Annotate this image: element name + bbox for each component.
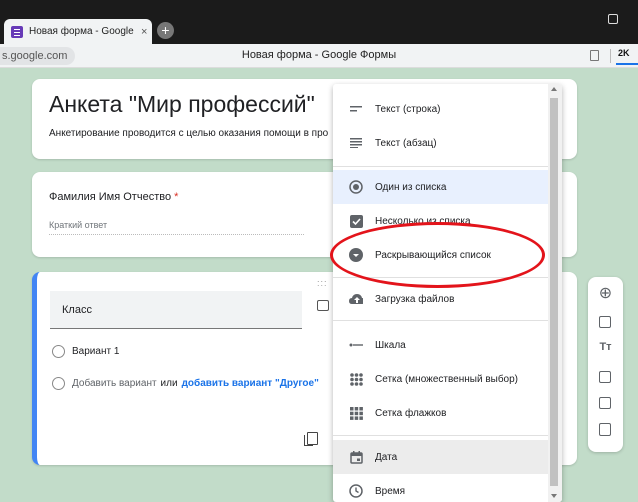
- scroll-down-icon[interactable]: [551, 494, 557, 498]
- question-label-text: Фамилия Имя Отчество: [49, 191, 172, 203]
- add-section-icon[interactable]: [599, 423, 611, 436]
- upload-icon: [349, 292, 363, 306]
- paragraph-icon: [349, 136, 363, 150]
- form-title[interactable]: Анкета "Мир профессий": [49, 91, 315, 118]
- badge-underline: [616, 63, 638, 65]
- menu-item-label: Шкала: [375, 339, 406, 351]
- menu-item-label: Текст (абзац): [375, 137, 437, 149]
- add-option-link[interactable]: Добавить вариант: [72, 378, 157, 389]
- add-other-link[interactable]: добавить вариант "Другое": [182, 378, 319, 389]
- short-text-icon: [349, 102, 363, 116]
- forms-icon: [11, 25, 23, 38]
- drag-handle[interactable]: :::: [317, 278, 328, 288]
- menu-item-scale[interactable]: Шкала: [333, 328, 548, 362]
- scroll-up-icon[interactable]: [551, 87, 557, 91]
- menu-item-label: Сетка флажков: [375, 407, 447, 419]
- menu-divider: [333, 166, 548, 167]
- menu-item-label: Один из списка: [375, 181, 447, 193]
- extension-badge[interactable]: 2K: [618, 48, 630, 58]
- option-row[interactable]: Вариант 1: [52, 345, 119, 358]
- import-questions-icon[interactable]: [599, 316, 611, 328]
- menu-divider: [333, 435, 548, 436]
- address-bar: s.google.com Новая форма - Google Формы …: [0, 44, 638, 68]
- side-toolbar: ⊕ Тт: [588, 277, 623, 452]
- radio-icon: [52, 345, 65, 358]
- menu-item-label: Время: [375, 485, 406, 497]
- question-title-input[interactable]: Класс: [50, 291, 302, 329]
- new-tab-button[interactable]: +: [157, 22, 174, 39]
- scale-icon: [349, 338, 363, 352]
- menu-item-date[interactable]: Дата: [333, 440, 548, 474]
- annotation-ellipse: [330, 222, 545, 288]
- image-icon[interactable]: [317, 300, 329, 311]
- menu-item-paragraph[interactable]: Текст (абзац): [333, 126, 548, 160]
- required-mark: *: [174, 191, 179, 203]
- menu-item-short-text[interactable]: Текст (строка): [333, 92, 548, 126]
- menu-item-label: Сетка (множественный выбор): [375, 373, 519, 385]
- window-icon[interactable]: [608, 14, 618, 24]
- option-label[interactable]: Вариант 1: [72, 346, 119, 357]
- question-label: Фамилия Имя Отчество *: [49, 191, 178, 203]
- menu-scrollbar-thumb[interactable]: [550, 98, 558, 486]
- add-option-row: Добавить вариант или добавить вариант "Д…: [52, 377, 319, 390]
- menu-item-time[interactable]: Время: [333, 474, 548, 502]
- menu-divider: [333, 320, 548, 321]
- add-question-icon[interactable]: ⊕: [588, 283, 623, 303]
- browser-tabbar: Новая форма - Google × +: [0, 0, 638, 44]
- menu-item-checkbox-grid[interactable]: Сетка флажков: [333, 396, 548, 430]
- copy-icon[interactable]: [590, 50, 599, 61]
- question-type-menu: Текст (строка) Текст (абзац) Один из спи…: [333, 84, 562, 502]
- clock-icon: [349, 484, 363, 498]
- add-title-icon[interactable]: Тт: [588, 341, 623, 353]
- page-title: Новая форма - Google Формы: [241, 49, 397, 61]
- calendar-icon: [349, 450, 363, 464]
- separator: [610, 49, 611, 63]
- menu-item-label: Текст (строка): [375, 103, 441, 115]
- menu-item-grid[interactable]: Сетка (множественный выбор): [333, 362, 548, 396]
- grid-icon: [349, 372, 363, 386]
- close-icon[interactable]: ×: [141, 26, 147, 38]
- duplicate-icon[interactable]: [304, 432, 318, 446]
- tab-title: Новая форма - Google: [29, 26, 134, 37]
- radio-icon: [52, 377, 65, 390]
- add-video-icon[interactable]: [599, 397, 611, 409]
- checkbox-icon: [349, 214, 363, 228]
- add-image-icon[interactable]: [599, 371, 611, 383]
- form-description[interactable]: Анкетирование проводится с целью оказани…: [49, 128, 328, 139]
- checkbox-grid-icon: [349, 406, 363, 420]
- menu-item-label: Дата: [375, 451, 398, 463]
- menu-item-radio[interactable]: Один из списка: [333, 170, 548, 204]
- browser-tab[interactable]: Новая форма - Google ×: [4, 19, 152, 44]
- radio-icon: [349, 180, 363, 194]
- or-text: или: [160, 378, 178, 389]
- short-answer-placeholder: Краткий ответ: [49, 220, 304, 235]
- menu-item-label: Загрузка файлов: [375, 293, 455, 305]
